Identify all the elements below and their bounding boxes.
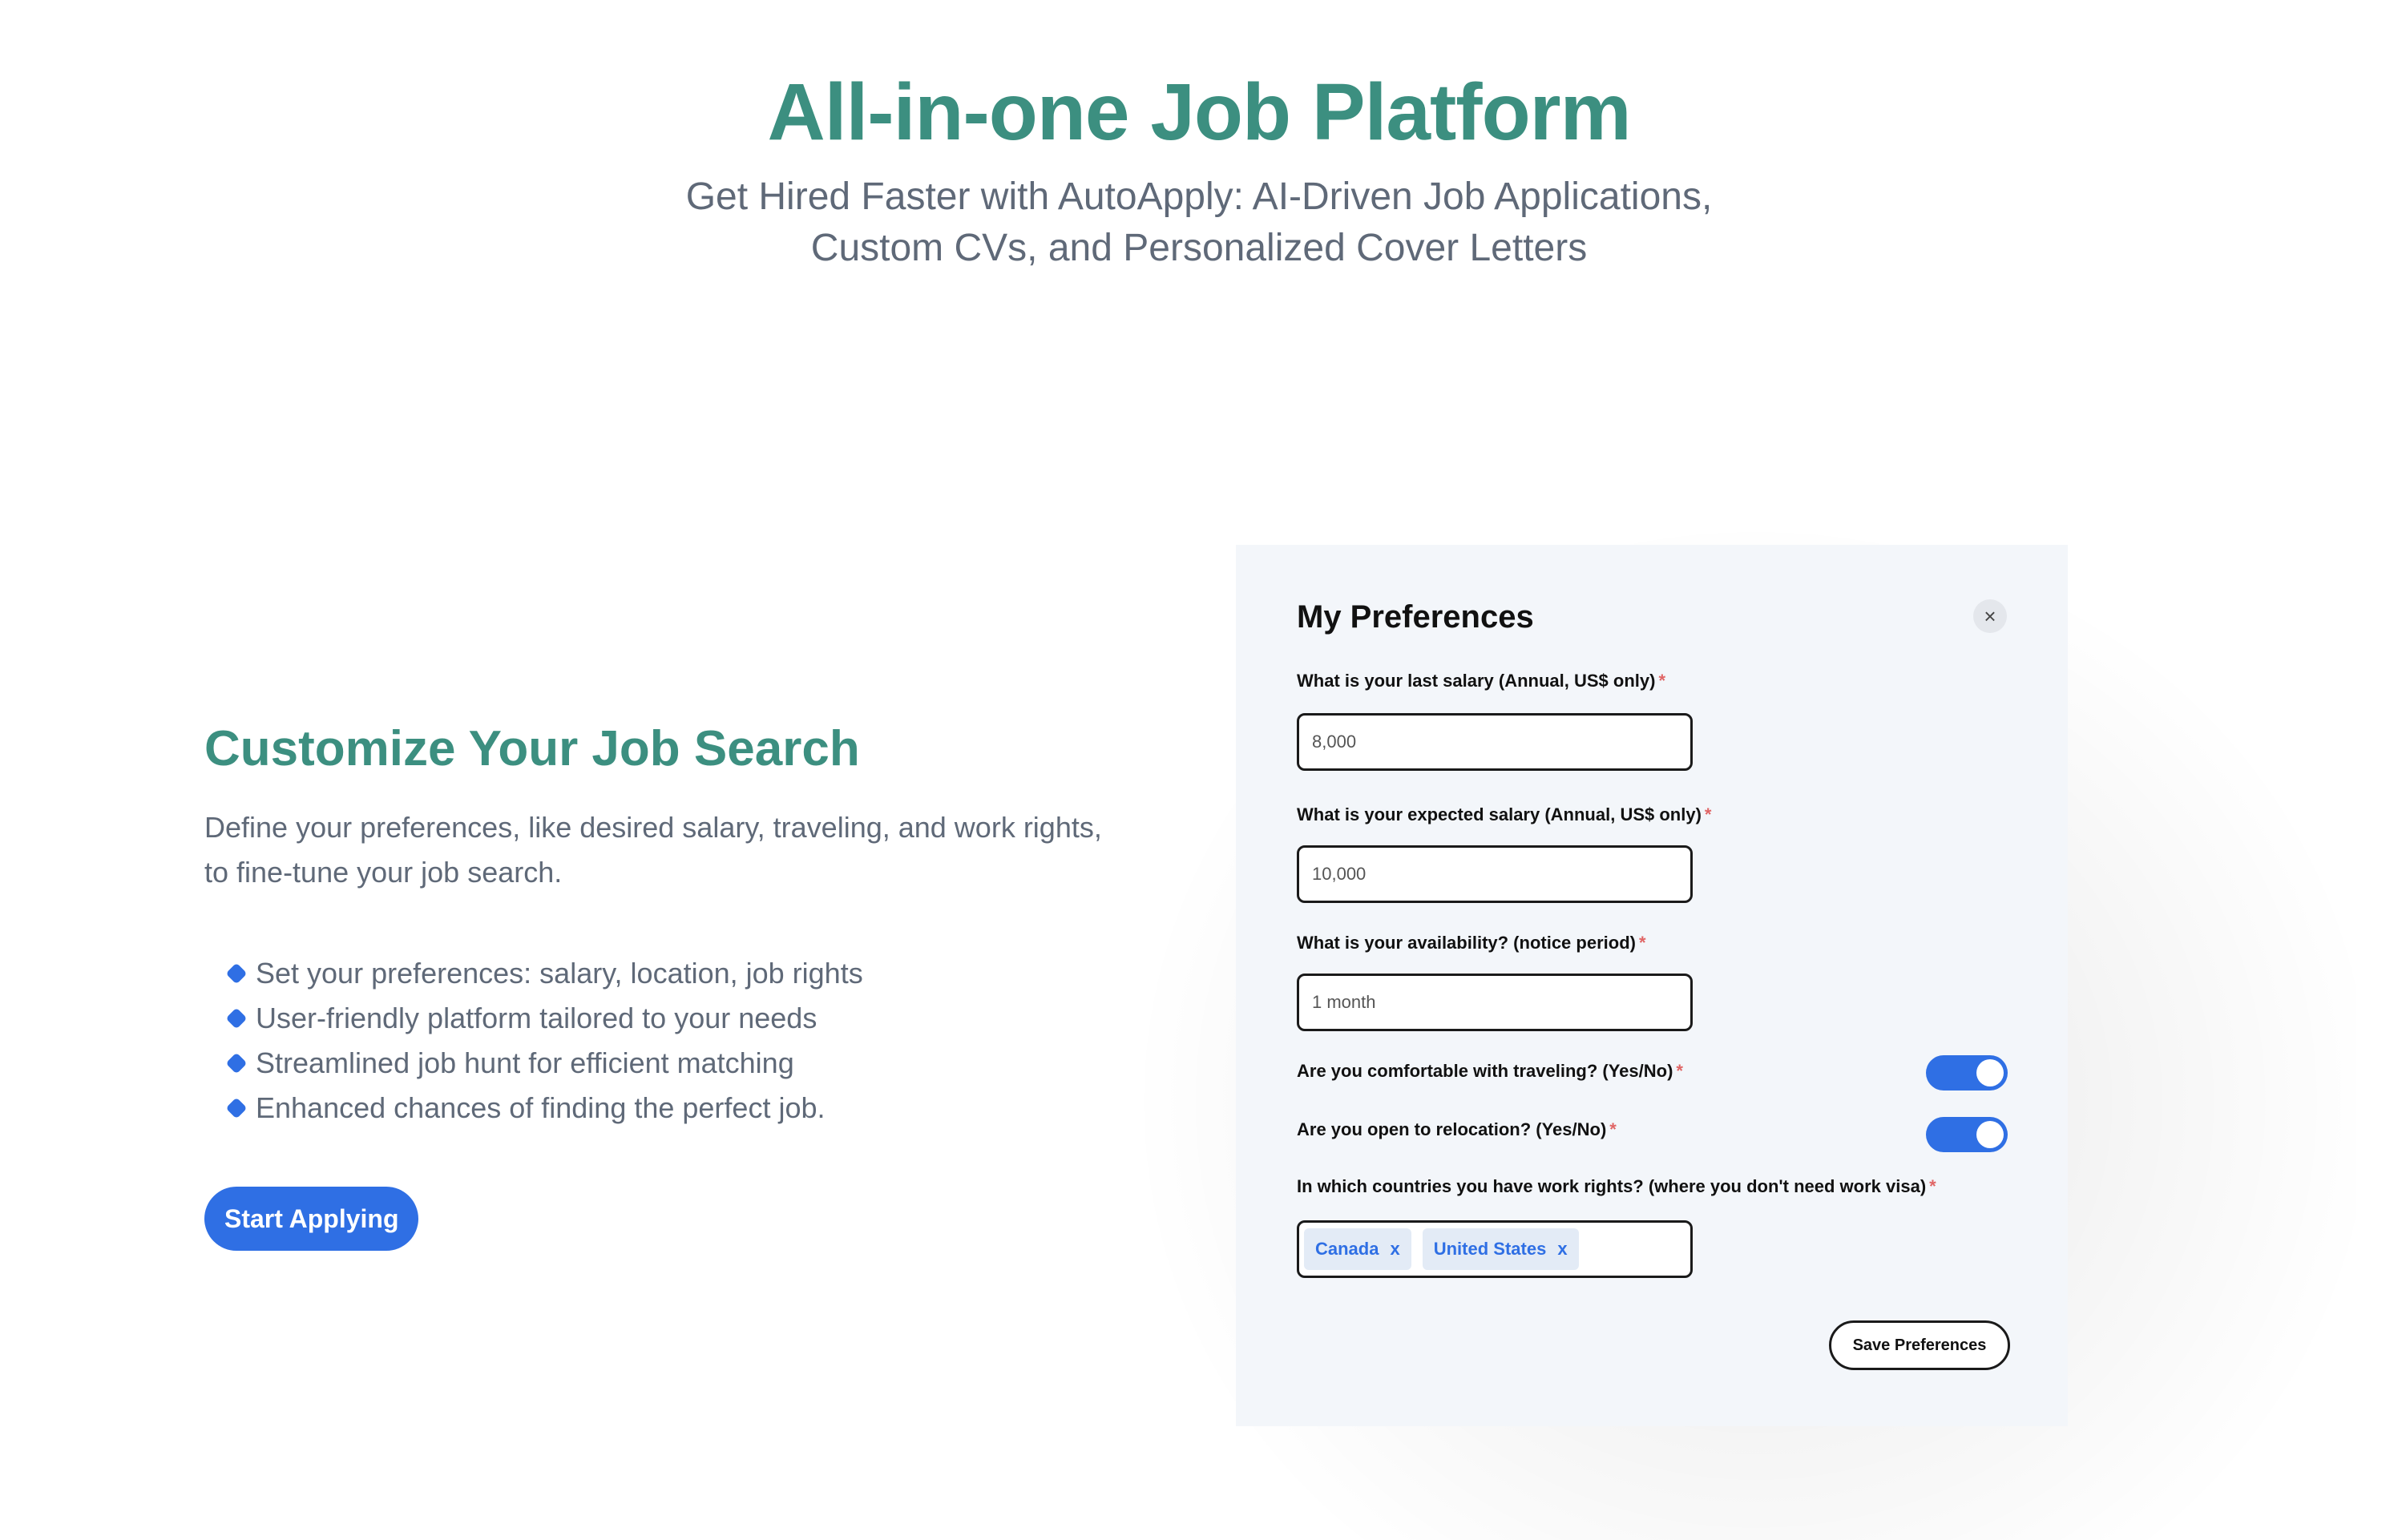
required-mark: *	[1704, 804, 1712, 824]
feature-text: Enhanced chances of finding the perfect …	[256, 1091, 826, 1124]
relocation-label: Are you open to relocation? (Yes/No) *	[1297, 1119, 1617, 1139]
required-mark: *	[1609, 1119, 1617, 1139]
traveling-toggle[interactable]	[1926, 1055, 2008, 1090]
hero-subtitle: Get Hired Faster with AutoApply: AI-Driv…	[685, 175, 1713, 269]
section-title: Customize Your Job Search	[204, 721, 860, 776]
expected-salary-label: What is your expected salary (Annual, US…	[1297, 804, 1712, 824]
feature-item: Enhanced chances of finding the perfect …	[225, 1086, 1126, 1131]
availability-label: What is your availability? (notice perio…	[1297, 933, 1646, 953]
expected-salary-input[interactable]	[1297, 845, 1693, 903]
work-rights-tag-input[interactable]: Canada x United States x	[1297, 1220, 1693, 1278]
availability-input[interactable]	[1297, 974, 1693, 1031]
tag-remove-icon[interactable]: x	[1390, 1239, 1399, 1260]
close-icon: ×	[1984, 604, 1996, 628]
bullet-icon	[225, 1007, 248, 1030]
last-salary-input[interactable]	[1297, 713, 1693, 771]
feature-item: Streamlined job hunt for efficient match…	[225, 1041, 1126, 1086]
feature-text: Streamlined job hunt for efficient match…	[256, 1046, 794, 1079]
required-mark: *	[1638, 933, 1646, 953]
page: All-in-one Job Platform Get Hired Faster…	[0, 0, 2398, 1540]
section-description: Define your preferences, like desired sa…	[204, 811, 1102, 889]
start-applying-button[interactable]: Start Applying	[204, 1187, 419, 1251]
feature-item: Set your preferences: salary, location, …	[225, 951, 1126, 996]
feature-text: User-friendly platform tailored to your …	[256, 1002, 818, 1034]
country-tag-canada: Canada x	[1304, 1228, 1411, 1270]
bullet-icon	[225, 1097, 248, 1119]
work-rights-label: In which countries you have work rights?…	[1297, 1176, 1936, 1196]
required-mark: *	[1929, 1176, 1936, 1196]
hero-title: All-in-one Job Platform	[767, 67, 1632, 157]
toggle-knob	[1976, 1059, 2004, 1086]
close-button[interactable]: ×	[1973, 599, 2007, 633]
traveling-label: Are you comfortable with traveling? (Yes…	[1297, 1061, 1683, 1081]
bullet-icon	[225, 1052, 248, 1074]
feature-list: Set your preferences: salary, location, …	[204, 951, 1126, 1131]
required-mark: *	[1658, 671, 1665, 691]
tag-remove-icon[interactable]: x	[1557, 1239, 1567, 1260]
feature-item: User-friendly platform tailored to your …	[225, 996, 1126, 1041]
hero-section: All-in-one Job Platform Get Hired Faster…	[0, 64, 2398, 274]
feature-section: Customize Your Job Search Define your pr…	[204, 717, 1126, 1251]
card-title: My Preferences	[1297, 599, 1534, 635]
bullet-icon	[225, 962, 248, 985]
country-tag-united-states: United States x	[1422, 1228, 1579, 1270]
save-preferences-button[interactable]: Save Preferences	[1829, 1320, 2010, 1370]
toggle-knob	[1976, 1121, 2004, 1148]
last-salary-label: What is your last salary (Annual, US$ on…	[1297, 671, 1665, 691]
preferences-card: My Preferences × What is your last salar…	[1236, 545, 2068, 1426]
relocation-toggle[interactable]	[1926, 1117, 2008, 1152]
required-mark: *	[1676, 1061, 1683, 1081]
feature-text: Set your preferences: salary, location, …	[256, 957, 863, 990]
